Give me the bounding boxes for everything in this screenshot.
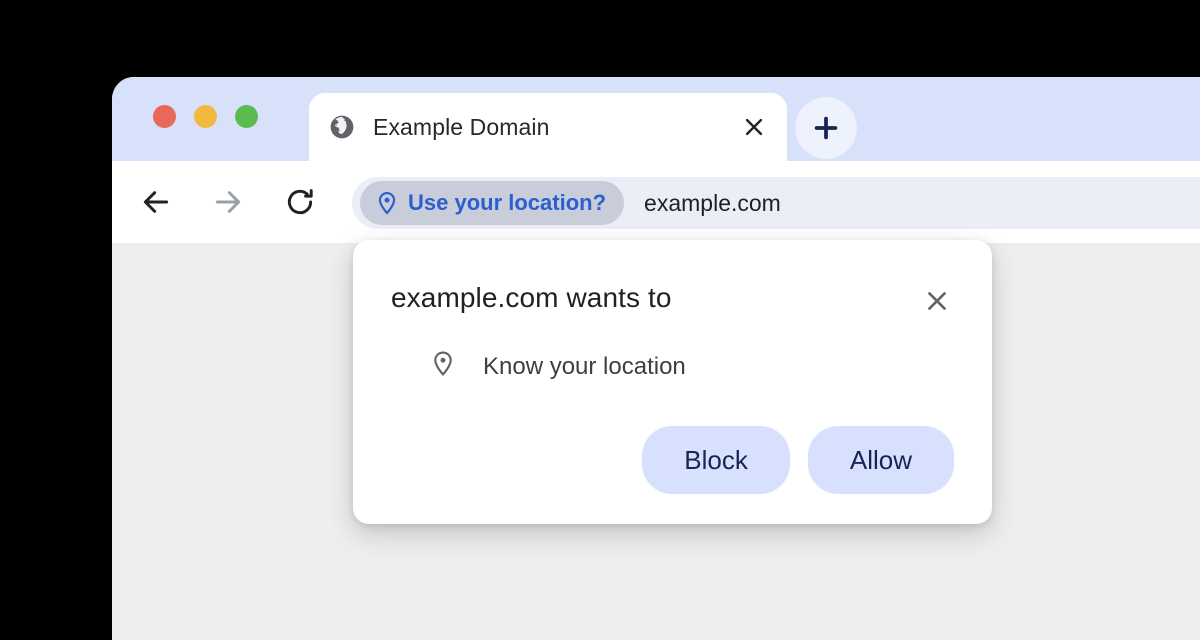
- permission-dialog: example.com wants to Know your location …: [353, 240, 992, 524]
- reload-button[interactable]: [278, 180, 322, 224]
- location-pin-icon: [434, 351, 452, 377]
- location-pin-icon: [378, 191, 396, 215]
- window-close-button[interactable]: [153, 105, 176, 128]
- permission-label: Know your location: [483, 353, 686, 380]
- dialog-header: example.com wants to: [391, 282, 954, 318]
- arrow-right-icon: [215, 191, 241, 213]
- window-zoom-button[interactable]: [235, 105, 258, 128]
- window-traffic-lights: [153, 105, 258, 128]
- screen: Example Domain Use your location? exampl…: [0, 0, 1200, 640]
- new-tab-button[interactable]: [795, 97, 857, 159]
- omnibox[interactable]: Use your location? example.com: [352, 177, 1200, 229]
- location-permission-chip[interactable]: Use your location?: [360, 181, 625, 225]
- tab-close-icon[interactable]: [739, 112, 769, 142]
- permission-item: Know your location: [391, 350, 954, 384]
- tab-strip: Example Domain: [112, 77, 1200, 161]
- browser-tab[interactable]: Example Domain: [309, 93, 787, 161]
- arrow-left-icon: [143, 191, 169, 213]
- dialog-actions: Block Allow: [391, 426, 954, 494]
- reload-icon: [287, 189, 313, 215]
- forward-button: [206, 180, 250, 224]
- close-icon[interactable]: [920, 284, 954, 318]
- block-button[interactable]: Block: [642, 426, 790, 494]
- allow-button[interactable]: Allow: [807, 426, 954, 494]
- window-minimize-button[interactable]: [194, 105, 217, 128]
- tab-title: Example Domain: [373, 113, 550, 140]
- plus-icon: [814, 116, 838, 140]
- dialog-title: example.com wants to: [391, 282, 672, 313]
- globe-icon: [330, 115, 354, 139]
- back-button[interactable]: [134, 180, 178, 224]
- location-chip-label: Use your location?: [408, 190, 607, 215]
- omnibox-url-text: example.com: [644, 189, 781, 216]
- browser-toolbar: Use your location? example.com: [112, 161, 1200, 243]
